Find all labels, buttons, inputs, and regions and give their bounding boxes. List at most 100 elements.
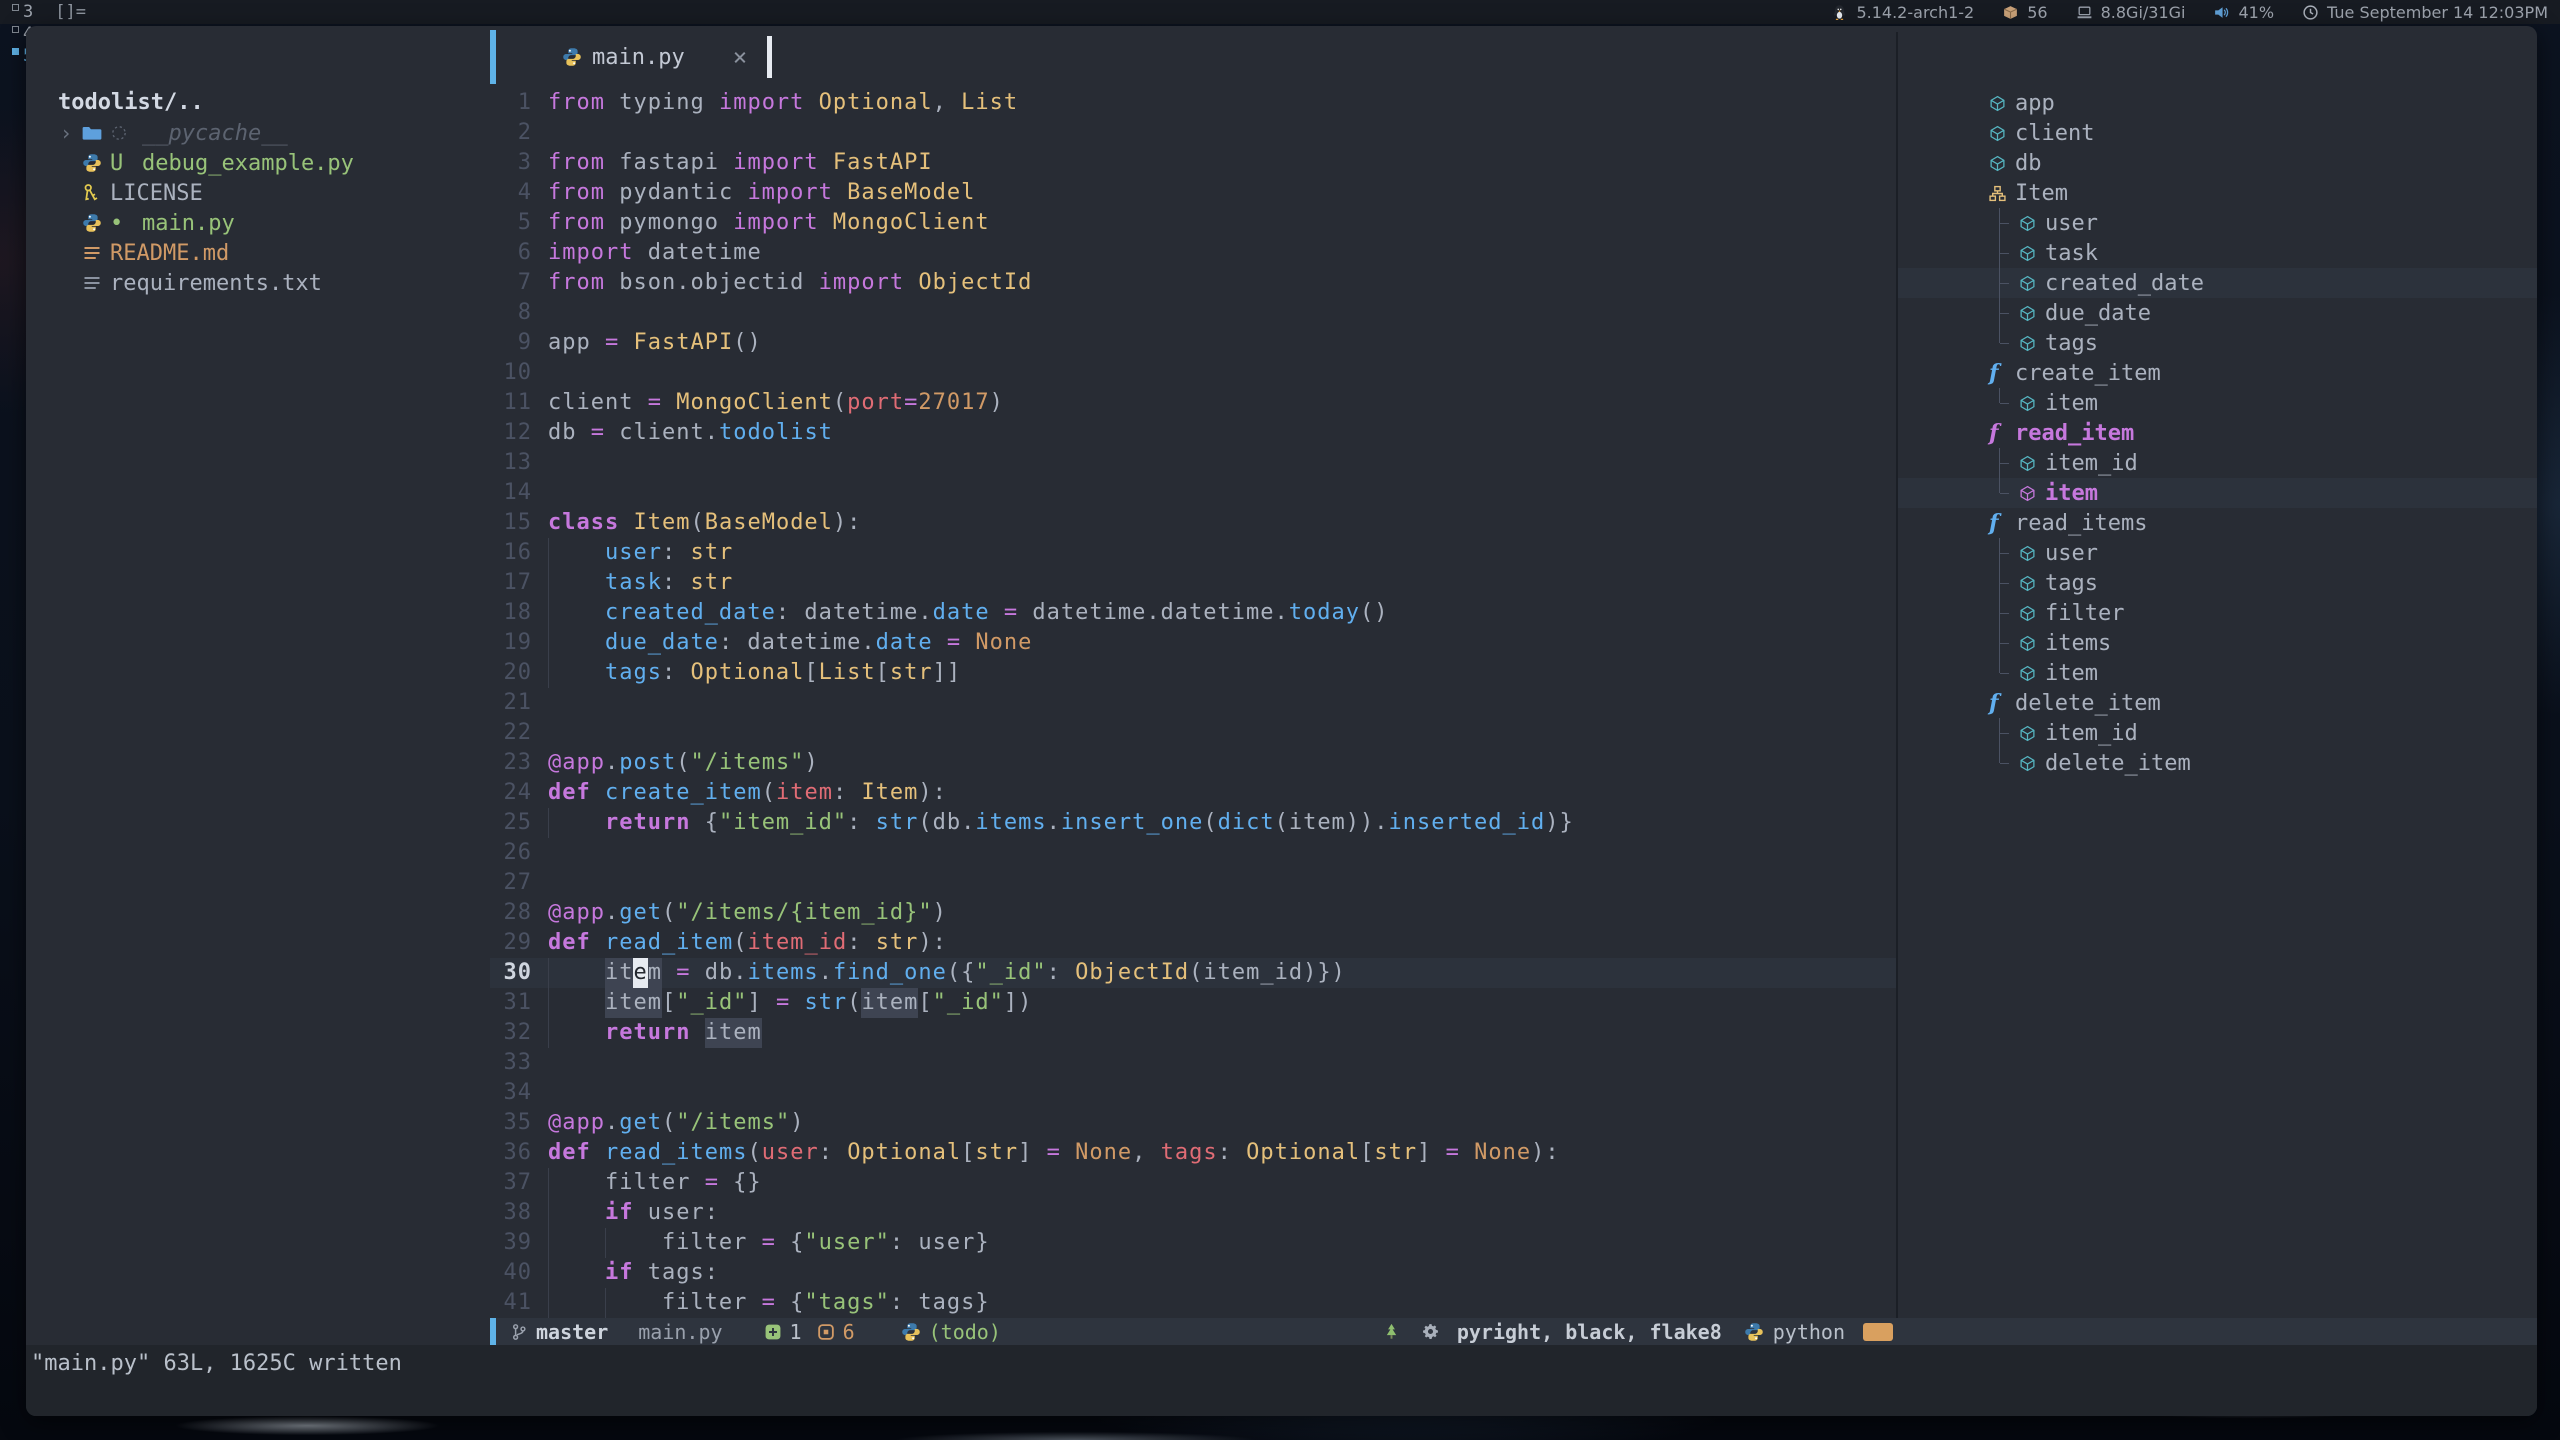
close-tab-icon[interactable]: × — [733, 43, 747, 71]
line-number: 6 — [490, 238, 548, 268]
code-line[interactable]: 1from typing import Optional, List — [490, 88, 1896, 118]
code-token: ( — [833, 388, 847, 418]
code-line[interactable]: 7from bson.objectid import ObjectId — [490, 268, 1896, 298]
code-line[interactable]: 14 — [490, 478, 1896, 508]
code-text: client = MongoClient(port=27017) — [548, 388, 1004, 418]
code-line[interactable]: 32return item — [490, 1018, 1896, 1048]
symbol-user[interactable]: user — [1898, 208, 2537, 238]
code-line[interactable]: 13 — [490, 448, 1896, 478]
code-token: )} — [1545, 808, 1574, 838]
tab-main-py[interactable]: main.py × — [490, 43, 747, 71]
indent-guide — [548, 658, 605, 688]
symbol-Item[interactable]: Item — [1898, 178, 2537, 208]
code-token: import — [733, 208, 818, 238]
code-token: ObjectId — [904, 268, 1032, 298]
line-number: 20 — [490, 658, 548, 688]
code-area[interactable]: 1from typing import Optional, List23from… — [490, 88, 1896, 1318]
code-token: if — [605, 1258, 634, 1288]
tree-item-readme-md[interactable]: README.md — [26, 238, 488, 268]
code-line[interactable]: 9app = FastAPI() — [490, 328, 1896, 358]
code-line[interactable]: 24def create_item(item: Item): — [490, 778, 1896, 808]
code-token: = — [676, 958, 690, 988]
tree-item-requirements-txt[interactable]: requirements.txt — [26, 268, 488, 298]
code-token: read_items — [605, 1138, 747, 1168]
code-line[interactable]: 17task: str — [490, 568, 1896, 598]
symbol-item[interactable]: item — [1898, 658, 2537, 688]
code-line[interactable]: 20tags: Optional[List[str]] — [490, 658, 1896, 688]
code-line[interactable]: 3from fastapi import FastAPI — [490, 148, 1896, 178]
symbol-read_item[interactable]: fread_item — [1898, 418, 2537, 448]
code-line[interactable]: 5from pymongo import MongoClient — [490, 208, 1896, 238]
tree-item-license[interactable]: LICENSE — [26, 178, 488, 208]
tree-item--pycache-[interactable]: ›__pycache__ — [26, 118, 488, 148]
code-line[interactable]: 10 — [490, 358, 1896, 388]
symbol-tags[interactable]: tags — [1898, 568, 2537, 598]
code-line[interactable]: 25return {"item_id": str(db.items.insert… — [490, 808, 1896, 838]
workspace-3[interactable]: 3 — [12, 1, 33, 23]
code-line[interactable]: 34 — [490, 1078, 1896, 1108]
code-token — [690, 1018, 704, 1048]
code-line[interactable]: 28@app.get("/items/{item_id}") — [490, 898, 1896, 928]
tree-item-main-py[interactable]: •main.py — [26, 208, 488, 238]
code-line[interactable]: 33 — [490, 1048, 1896, 1078]
tree-item-debug-example-py[interactable]: Udebug_example.py — [26, 148, 488, 178]
symbol-db[interactable]: db — [1898, 148, 2537, 178]
symbol-delete_item[interactable]: delete_item — [1898, 748, 2537, 778]
code-line[interactable]: 40if tags: — [490, 1258, 1896, 1288]
symbol-delete_item[interactable]: fdelete_item — [1898, 688, 2537, 718]
code-token: ) — [790, 1108, 804, 1138]
symbol-item[interactable]: item — [1898, 478, 2537, 508]
code-line[interactable]: 12db = client.todolist — [490, 418, 1896, 448]
code-line[interactable]: 37filter = {} — [490, 1168, 1896, 1198]
symbol-create_item[interactable]: fcreate_item — [1898, 358, 2537, 388]
symbol-read_items[interactable]: fread_items — [1898, 508, 2537, 538]
code-token: from — [548, 178, 605, 208]
line-number: 2 — [490, 118, 548, 148]
code-line[interactable]: 19due_date: datetime.date = None — [490, 628, 1896, 658]
code-line[interactable]: 15class Item(BaseModel): — [490, 508, 1896, 538]
code-line[interactable]: 41filter = {"tags": tags} — [490, 1288, 1896, 1318]
code-line[interactable]: 38if user: — [490, 1198, 1896, 1228]
symbol-due_date[interactable]: due_date — [1898, 298, 2537, 328]
code-line[interactable]: 23@app.post("/items") — [490, 748, 1896, 778]
code-token: client — [548, 388, 648, 418]
code-line[interactable]: 26 — [490, 838, 1896, 868]
tree-branch-line — [1993, 598, 2019, 628]
symbol-task[interactable]: task — [1898, 238, 2537, 268]
code-token: ): — [918, 928, 947, 958]
code-line[interactable]: 27 — [490, 868, 1896, 898]
code-line[interactable]: 21 — [490, 688, 1896, 718]
code-line[interactable]: 31item["_id"] = str(item["_id"]) — [490, 988, 1896, 1018]
code-line[interactable]: 18created_date: datetime.date = datetime… — [490, 598, 1896, 628]
code-line[interactable]: 2 — [490, 118, 1896, 148]
symbol-user[interactable]: user — [1898, 538, 2537, 568]
code-line[interactable]: 35@app.get("/items") — [490, 1108, 1896, 1138]
symbol-item_id[interactable]: item_id — [1898, 718, 2537, 748]
code-text: import datetime — [548, 238, 762, 268]
symbol-item_id[interactable]: item_id — [1898, 448, 2537, 478]
code-line[interactable]: 11client = MongoClient(port=27017) — [490, 388, 1896, 418]
symbol-tags[interactable]: tags — [1898, 328, 2537, 358]
code-line[interactable]: 22 — [490, 718, 1896, 748]
code-token: user — [605, 538, 662, 568]
symbol-item[interactable]: item — [1898, 388, 2537, 418]
code-text: def read_items(user: Optional[str] = Non… — [548, 1138, 1560, 1168]
code-line[interactable]: 4from pydantic import BaseModel — [490, 178, 1896, 208]
code-line[interactable]: 6import datetime — [490, 238, 1896, 268]
code-token — [961, 628, 975, 658]
symbol-client[interactable]: client — [1898, 118, 2537, 148]
code-token: None — [1075, 1138, 1132, 1168]
code-line[interactable]: 36def read_items(user: Optional[str] = N… — [490, 1138, 1896, 1168]
code-line[interactable]: 8 — [490, 298, 1896, 328]
code-text: user: str — [548, 538, 733, 568]
line-number: 30 — [490, 958, 548, 988]
symbol-app[interactable]: app — [1898, 88, 2537, 118]
code-line[interactable]: 30item = db.items.find_one({"_id": Objec… — [490, 958, 1896, 988]
symbol-label: due_date — [2045, 301, 2151, 326]
code-line[interactable]: 29def read_item(item_id: str): — [490, 928, 1896, 958]
symbol-created_date[interactable]: created_date — [1898, 268, 2537, 298]
code-line[interactable]: 16user: str — [490, 538, 1896, 568]
code-line[interactable]: 39filter = {"user": user} — [490, 1228, 1896, 1258]
symbol-filter[interactable]: filter — [1898, 598, 2537, 628]
symbol-items[interactable]: items — [1898, 628, 2537, 658]
